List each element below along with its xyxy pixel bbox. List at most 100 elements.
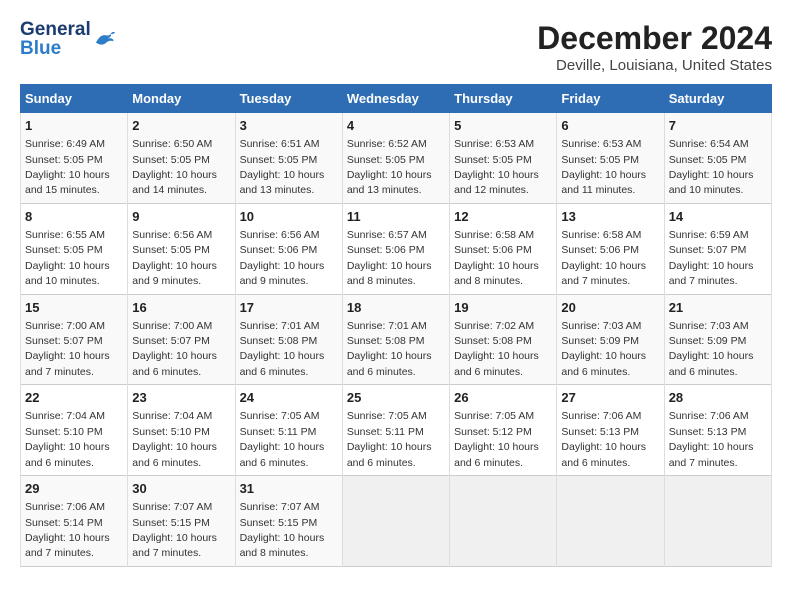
day-info: Sunrise: 6:56 AM Sunset: 5:05 PM Dayligh… [132, 229, 217, 287]
day-info: Sunrise: 6:52 AM Sunset: 5:05 PM Dayligh… [347, 138, 432, 196]
calendar-week-row: 22 Sunrise: 7:04 AM Sunset: 5:10 PM Dayli… [21, 385, 772, 476]
day-number: 20 [561, 299, 659, 317]
calendar-cell [664, 476, 771, 567]
day-number: 22 [25, 389, 123, 407]
day-number: 10 [240, 208, 338, 226]
calendar-cell: 7 Sunrise: 6:54 AM Sunset: 5:05 PM Daylig… [664, 113, 771, 204]
day-info: Sunrise: 7:04 AM Sunset: 5:10 PM Dayligh… [132, 410, 217, 468]
calendar-cell: 12 Sunrise: 6:58 AM Sunset: 5:06 PM Dayli… [450, 203, 557, 294]
calendar-cell [342, 476, 449, 567]
calendar-header: SundayMondayTuesdayWednesdayThursdayFrid… [21, 85, 772, 113]
calendar-cell: 20Sunrise: 7:03 AM Sunset: 5:09 PM Dayli… [557, 294, 664, 385]
calendar-cell: 27 Sunrise: 7:06 AM Sunset: 5:13 PM Dayli… [557, 385, 664, 476]
day-info: Sunrise: 6:54 AM Sunset: 5:05 PM Dayligh… [669, 138, 754, 196]
calendar-week-row: 15 Sunrise: 7:00 AM Sunset: 5:07 PM Dayli… [21, 294, 772, 385]
calendar-cell: 22Sunrise: 7:04 AM Sunset: 5:10 PM Dayli… [21, 385, 128, 476]
day-number: 26 [454, 389, 552, 407]
day-number: 30 [132, 480, 230, 498]
logo-blue: Blue [20, 39, 91, 58]
day-number: 18 [347, 299, 445, 317]
page-header: General Blue December 2024 Deville, Loui… [20, 20, 772, 74]
day-number: 21 [669, 299, 767, 317]
day-info: Sunrise: 6:51 AM Sunset: 5:05 PM Dayligh… [240, 138, 325, 196]
day-info: Sunrise: 6:58 AM Sunset: 5:06 PM Dayligh… [454, 229, 539, 287]
header-day-friday: Friday [557, 85, 664, 113]
calendar-cell [450, 476, 557, 567]
day-number: 1 [25, 117, 123, 135]
day-number: 5 [454, 117, 552, 135]
day-number: 11 [347, 208, 445, 226]
calendar-cell: 1 Sunrise: 6:49 AM Sunset: 5:05 PM Daylig… [21, 113, 128, 204]
day-number: 2 [132, 117, 230, 135]
calendar-cell: 10 Sunrise: 6:56 AM Sunset: 5:06 PM Dayli… [235, 203, 342, 294]
calendar-table: SundayMondayTuesdayWednesdayThursdayFrid… [20, 84, 772, 567]
calendar-cell: 26Sunrise: 7:05 AM Sunset: 5:12 PM Dayli… [450, 385, 557, 476]
calendar-cell: 31 Sunrise: 7:07 AM Sunset: 5:15 PM Dayli… [235, 476, 342, 567]
logo: General Blue [20, 20, 115, 58]
day-number: 15 [25, 299, 123, 317]
month-title: December 2024 [537, 20, 772, 57]
day-info: Sunrise: 7:01 AM Sunset: 5:08 PM Dayligh… [347, 320, 432, 378]
day-number: 7 [669, 117, 767, 135]
calendar-cell: 15 Sunrise: 7:00 AM Sunset: 5:07 PM Dayli… [21, 294, 128, 385]
calendar-cell: 5 Sunrise: 6:53 AM Sunset: 5:05 PM Daylig… [450, 113, 557, 204]
header-day-wednesday: Wednesday [342, 85, 449, 113]
day-info: Sunrise: 6:49 AM Sunset: 5:05 PM Dayligh… [25, 138, 110, 196]
day-info: Sunrise: 7:02 AM Sunset: 5:08 PM Dayligh… [454, 320, 539, 378]
day-number: 31 [240, 480, 338, 498]
day-info: Sunrise: 7:07 AM Sunset: 5:15 PM Dayligh… [132, 501, 217, 559]
calendar-cell: 25 Sunrise: 7:05 AM Sunset: 5:11 PM Dayli… [342, 385, 449, 476]
day-number: 19 [454, 299, 552, 317]
calendar-cell: 2 Sunrise: 6:50 AM Sunset: 5:05 PM Daylig… [128, 113, 235, 204]
day-info: Sunrise: 7:05 AM Sunset: 5:11 PM Dayligh… [240, 410, 325, 468]
calendar-cell: 3 Sunrise: 6:51 AM Sunset: 5:05 PM Daylig… [235, 113, 342, 204]
day-info: Sunrise: 7:05 AM Sunset: 5:11 PM Dayligh… [347, 410, 432, 468]
day-info: Sunrise: 6:56 AM Sunset: 5:06 PM Dayligh… [240, 229, 325, 287]
calendar-cell: 29Sunrise: 7:06 AM Sunset: 5:14 PM Dayli… [21, 476, 128, 567]
header-day-sunday: Sunday [21, 85, 128, 113]
calendar-cell: 21 Sunrise: 7:03 AM Sunset: 5:09 PM Dayli… [664, 294, 771, 385]
logo-bird-icon [93, 28, 115, 50]
day-number: 24 [240, 389, 338, 407]
calendar-cell: 14 Sunrise: 6:59 AM Sunset: 5:07 PM Dayli… [664, 203, 771, 294]
day-number: 17 [240, 299, 338, 317]
day-info: Sunrise: 6:50 AM Sunset: 5:05 PM Dayligh… [132, 138, 217, 196]
day-number: 23 [132, 389, 230, 407]
day-info: Sunrise: 7:07 AM Sunset: 5:15 PM Dayligh… [240, 501, 325, 559]
day-number: 4 [347, 117, 445, 135]
day-info: Sunrise: 7:00 AM Sunset: 5:07 PM Dayligh… [25, 320, 110, 378]
calendar-cell: 17Sunrise: 7:01 AM Sunset: 5:08 PM Dayli… [235, 294, 342, 385]
day-info: Sunrise: 6:53 AM Sunset: 5:05 PM Dayligh… [561, 138, 646, 196]
day-info: Sunrise: 7:03 AM Sunset: 5:09 PM Dayligh… [669, 320, 754, 378]
calendar-week-row: 1 Sunrise: 6:49 AM Sunset: 5:05 PM Daylig… [21, 113, 772, 204]
calendar-cell: 16Sunrise: 7:00 AM Sunset: 5:07 PM Dayli… [128, 294, 235, 385]
calendar-cell: 11Sunrise: 6:57 AM Sunset: 5:06 PM Dayli… [342, 203, 449, 294]
day-number: 14 [669, 208, 767, 226]
header-day-monday: Monday [128, 85, 235, 113]
day-info: Sunrise: 7:06 AM Sunset: 5:13 PM Dayligh… [561, 410, 646, 468]
calendar-cell: 23 Sunrise: 7:04 AM Sunset: 5:10 PM Dayli… [128, 385, 235, 476]
calendar-week-row: 29Sunrise: 7:06 AM Sunset: 5:14 PM Dayli… [21, 476, 772, 567]
day-number: 12 [454, 208, 552, 226]
calendar-cell: 18 Sunrise: 7:01 AM Sunset: 5:08 PM Dayli… [342, 294, 449, 385]
day-info: Sunrise: 6:53 AM Sunset: 5:05 PM Dayligh… [454, 138, 539, 196]
calendar-cell: 30 Sunrise: 7:07 AM Sunset: 5:15 PM Dayli… [128, 476, 235, 567]
day-info: Sunrise: 6:58 AM Sunset: 5:06 PM Dayligh… [561, 229, 646, 287]
logo-general: General [20, 20, 91, 39]
calendar-cell: 6Sunrise: 6:53 AM Sunset: 5:05 PM Daylig… [557, 113, 664, 204]
day-info: Sunrise: 6:59 AM Sunset: 5:07 PM Dayligh… [669, 229, 754, 287]
calendar-cell: 19 Sunrise: 7:02 AM Sunset: 5:08 PM Dayli… [450, 294, 557, 385]
day-info: Sunrise: 7:06 AM Sunset: 5:14 PM Dayligh… [25, 501, 110, 559]
calendar-cell: 4 Sunrise: 6:52 AM Sunset: 5:05 PM Daylig… [342, 113, 449, 204]
location: Deville, Louisiana, United States [537, 57, 772, 74]
calendar-cell: 8Sunrise: 6:55 AM Sunset: 5:05 PM Daylig… [21, 203, 128, 294]
day-number: 25 [347, 389, 445, 407]
day-number: 3 [240, 117, 338, 135]
day-number: 27 [561, 389, 659, 407]
calendar-cell: 9 Sunrise: 6:56 AM Sunset: 5:05 PM Daylig… [128, 203, 235, 294]
calendar-body: 1 Sunrise: 6:49 AM Sunset: 5:05 PM Daylig… [21, 113, 772, 567]
day-number: 9 [132, 208, 230, 226]
title-section: December 2024 Deville, Louisiana, United… [537, 20, 772, 74]
header-day-thursday: Thursday [450, 85, 557, 113]
day-number: 8 [25, 208, 123, 226]
